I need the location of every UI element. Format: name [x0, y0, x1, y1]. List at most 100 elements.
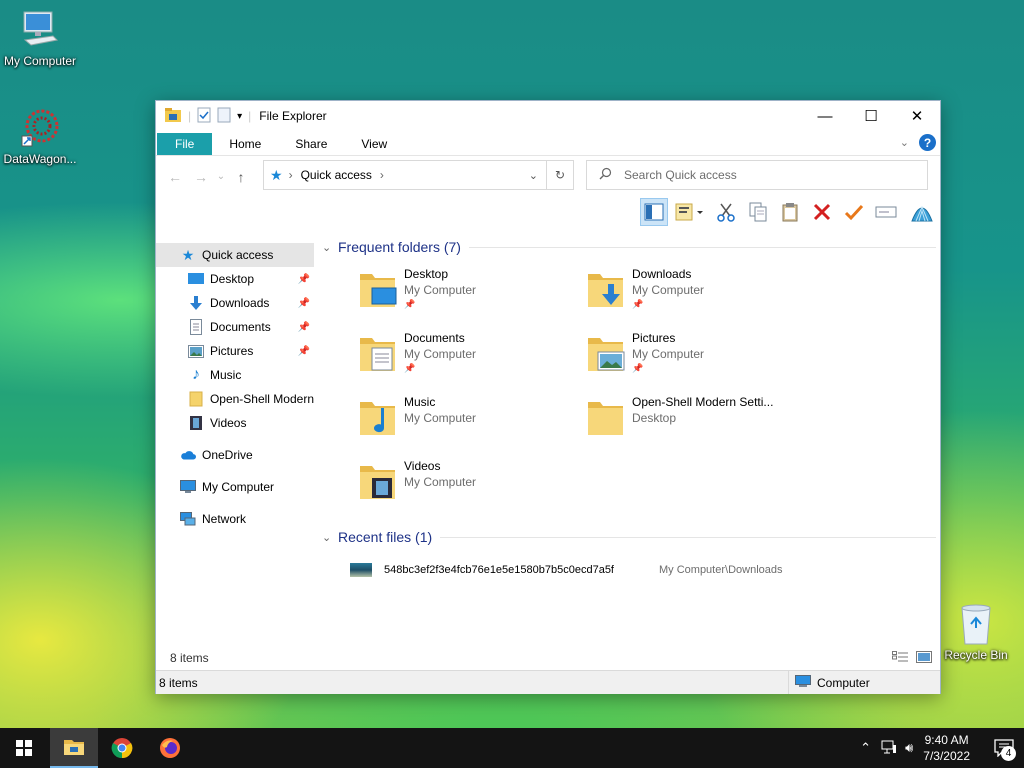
- checkmark-icon[interactable]: [840, 198, 868, 226]
- tab-file[interactable]: File: [157, 133, 213, 155]
- desktop-icon-recycle-bin[interactable]: Recycle Bin: [936, 602, 1016, 662]
- volume-icon[interactable]: 🔊︎: [905, 740, 913, 756]
- group-title: Frequent folders (7): [338, 239, 461, 255]
- recent-file-name: 548bc3ef2f3e4fcb76e1e5e1580b7b5c0ecd7a5f: [384, 564, 614, 576]
- recent-locations-button[interactable]: ⌄: [214, 171, 228, 182]
- tab-view[interactable]: View: [344, 133, 404, 155]
- folder-location: My Computer: [404, 475, 477, 489]
- delete-icon[interactable]: [808, 198, 836, 226]
- details-view-icon[interactable]: [892, 651, 908, 666]
- taskbar-file-explorer[interactable]: [50, 728, 98, 768]
- pin-icon: 📌: [297, 345, 310, 357]
- maximize-button[interactable]: ☐: [848, 101, 894, 131]
- clock-date: 7/3/2022: [923, 749, 970, 763]
- nav-label: Quick access: [202, 248, 274, 262]
- rename-icon[interactable]: [872, 198, 900, 226]
- network-icon: [180, 511, 196, 527]
- document-icon: [188, 319, 204, 335]
- star-icon: ★: [181, 246, 195, 263]
- taskbar-chrome[interactable]: [98, 728, 146, 768]
- expand-ribbon-icon[interactable]: ⌄: [900, 136, 909, 149]
- start-button[interactable]: [0, 728, 48, 768]
- nav-my-computer[interactable]: My Computer: [156, 475, 314, 499]
- nav-item-pictures[interactable]: Pictures 📌: [156, 339, 314, 363]
- nav-quick-access[interactable]: ★ Quick access: [156, 243, 314, 267]
- chevron-up-icon[interactable]: ⌃: [860, 740, 871, 756]
- view-options-icon[interactable]: [672, 198, 708, 226]
- paste-icon[interactable]: [776, 198, 804, 226]
- status-location-label: Computer: [817, 675, 870, 690]
- recent-file-row[interactable]: 548bc3ef2f3e4fcb76e1e5e1580b7b5c0ecd7a5f…: [350, 556, 936, 584]
- nav-item-videos[interactable]: Videos: [156, 411, 314, 435]
- taskbar-firefox[interactable]: [146, 728, 194, 768]
- cloud-icon: [180, 447, 196, 463]
- cut-icon[interactable]: [712, 198, 740, 226]
- tab-home[interactable]: Home: [212, 133, 278, 155]
- search-input[interactable]: Search Quick access: [586, 160, 928, 190]
- tab-share[interactable]: Share: [278, 133, 344, 155]
- search-icon: [599, 167, 612, 183]
- address-bar[interactable]: ★ › Quick access › ⌄: [263, 160, 547, 190]
- clock[interactable]: 9:40 AM 7/3/2022: [923, 732, 970, 764]
- pictures-folder-icon: [588, 338, 625, 371]
- nav-onedrive[interactable]: OneDrive: [156, 443, 314, 467]
- nav-item-open-shell[interactable]: Open-Shell Modern: [156, 387, 314, 411]
- copy-icon[interactable]: [744, 198, 772, 226]
- folder-tile-open-shell[interactable]: Open-Shell Modern Setti... Desktop: [586, 390, 814, 454]
- folder-location: My Computer: [404, 347, 477, 361]
- folder-tile-pictures[interactable]: Pictures My Computer 📌: [586, 326, 814, 390]
- nav-item-downloads[interactable]: Downloads 📌: [156, 291, 314, 315]
- folder-tile-downloads[interactable]: Downloads My Computer 📌: [586, 262, 814, 326]
- desktop-icon-datawagon[interactable]: DataWagon...: [0, 106, 80, 166]
- customize-dropdown-icon[interactable]: ▾: [237, 111, 242, 122]
- breadcrumb-quick-access[interactable]: Quick access: [301, 168, 372, 182]
- minimize-button[interactable]: —: [802, 101, 848, 131]
- nav-network[interactable]: Network: [156, 507, 314, 531]
- properties-icon[interactable]: [197, 107, 211, 126]
- forward-button[interactable]: →: [188, 169, 214, 185]
- folder-tile-music[interactable]: Music My Computer: [358, 390, 586, 454]
- large-icons-view-icon[interactable]: [916, 651, 932, 666]
- folder-tile-videos[interactable]: Videos My Computer: [358, 454, 586, 518]
- recent-file-path: My Computer\Downloads: [659, 564, 783, 576]
- new-folder-icon[interactable]: [217, 107, 231, 126]
- back-button[interactable]: ←: [162, 169, 188, 185]
- folder-tile-documents[interactable]: Documents My Computer 📌: [358, 326, 586, 390]
- recent-files-header[interactable]: ⌄ Recent files (1): [322, 524, 936, 550]
- action-center-button[interactable]: 4: [984, 728, 1024, 768]
- item-count: 8 items: [170, 651, 209, 665]
- pin-icon: 📌: [404, 363, 416, 373]
- address-dropdown-icon[interactable]: ⌄: [529, 169, 538, 182]
- computer-icon: [795, 674, 811, 691]
- folder-tile-desktop[interactable]: Desktop My Computer 📌: [358, 262, 586, 326]
- nav-item-music[interactable]: ♪ Music: [156, 363, 314, 387]
- ribbon-tabs: File Home Share View ⌄ ?: [156, 131, 940, 155]
- network-tray-icon[interactable]: [881, 740, 897, 757]
- navigation-pane-toggle-icon[interactable]: [640, 198, 668, 226]
- status-items: 8 items: [159, 675, 198, 690]
- shell-icon[interactable]: [908, 198, 936, 226]
- frequent-folders-header[interactable]: ⌄ Frequent folders (7): [322, 234, 936, 260]
- folder-name: Pictures: [632, 331, 676, 345]
- folder-location: My Computer: [404, 411, 477, 425]
- nav-label: OneDrive: [202, 448, 253, 462]
- help-icon[interactable]: ?: [919, 134, 936, 151]
- title-bar[interactable]: | ▾ | File Explorer — ☐ ✕: [156, 101, 940, 131]
- folder-icon: [188, 391, 204, 407]
- nav-label: Videos: [210, 416, 247, 430]
- system-tray: ⌃ 🔊︎ 9:40 AM 7/3/2022 4: [860, 728, 1024, 768]
- navigation-pane: ★ Quick access Desktop 📌 Downloads 📌 Doc…: [156, 243, 314, 531]
- desktop-icon-label: My Computer: [3, 54, 77, 68]
- desktop-icon: [188, 271, 204, 287]
- desktop-icon-label: DataWagon...: [3, 152, 77, 166]
- nav-item-desktop[interactable]: Desktop 📌: [156, 267, 314, 291]
- close-button[interactable]: ✕: [894, 101, 940, 131]
- desktop-icon-my-computer[interactable]: My Computer: [0, 8, 80, 68]
- nav-item-documents[interactable]: Documents 📌: [156, 315, 314, 339]
- refresh-button[interactable]: ↻: [547, 160, 574, 190]
- pin-icon: 📌: [297, 321, 310, 333]
- breadcrumb-separator-icon: ›: [288, 168, 293, 182]
- search-placeholder: Search Quick access: [624, 168, 737, 182]
- up-button[interactable]: ↑: [228, 169, 254, 185]
- windows-logo-icon: [16, 740, 32, 756]
